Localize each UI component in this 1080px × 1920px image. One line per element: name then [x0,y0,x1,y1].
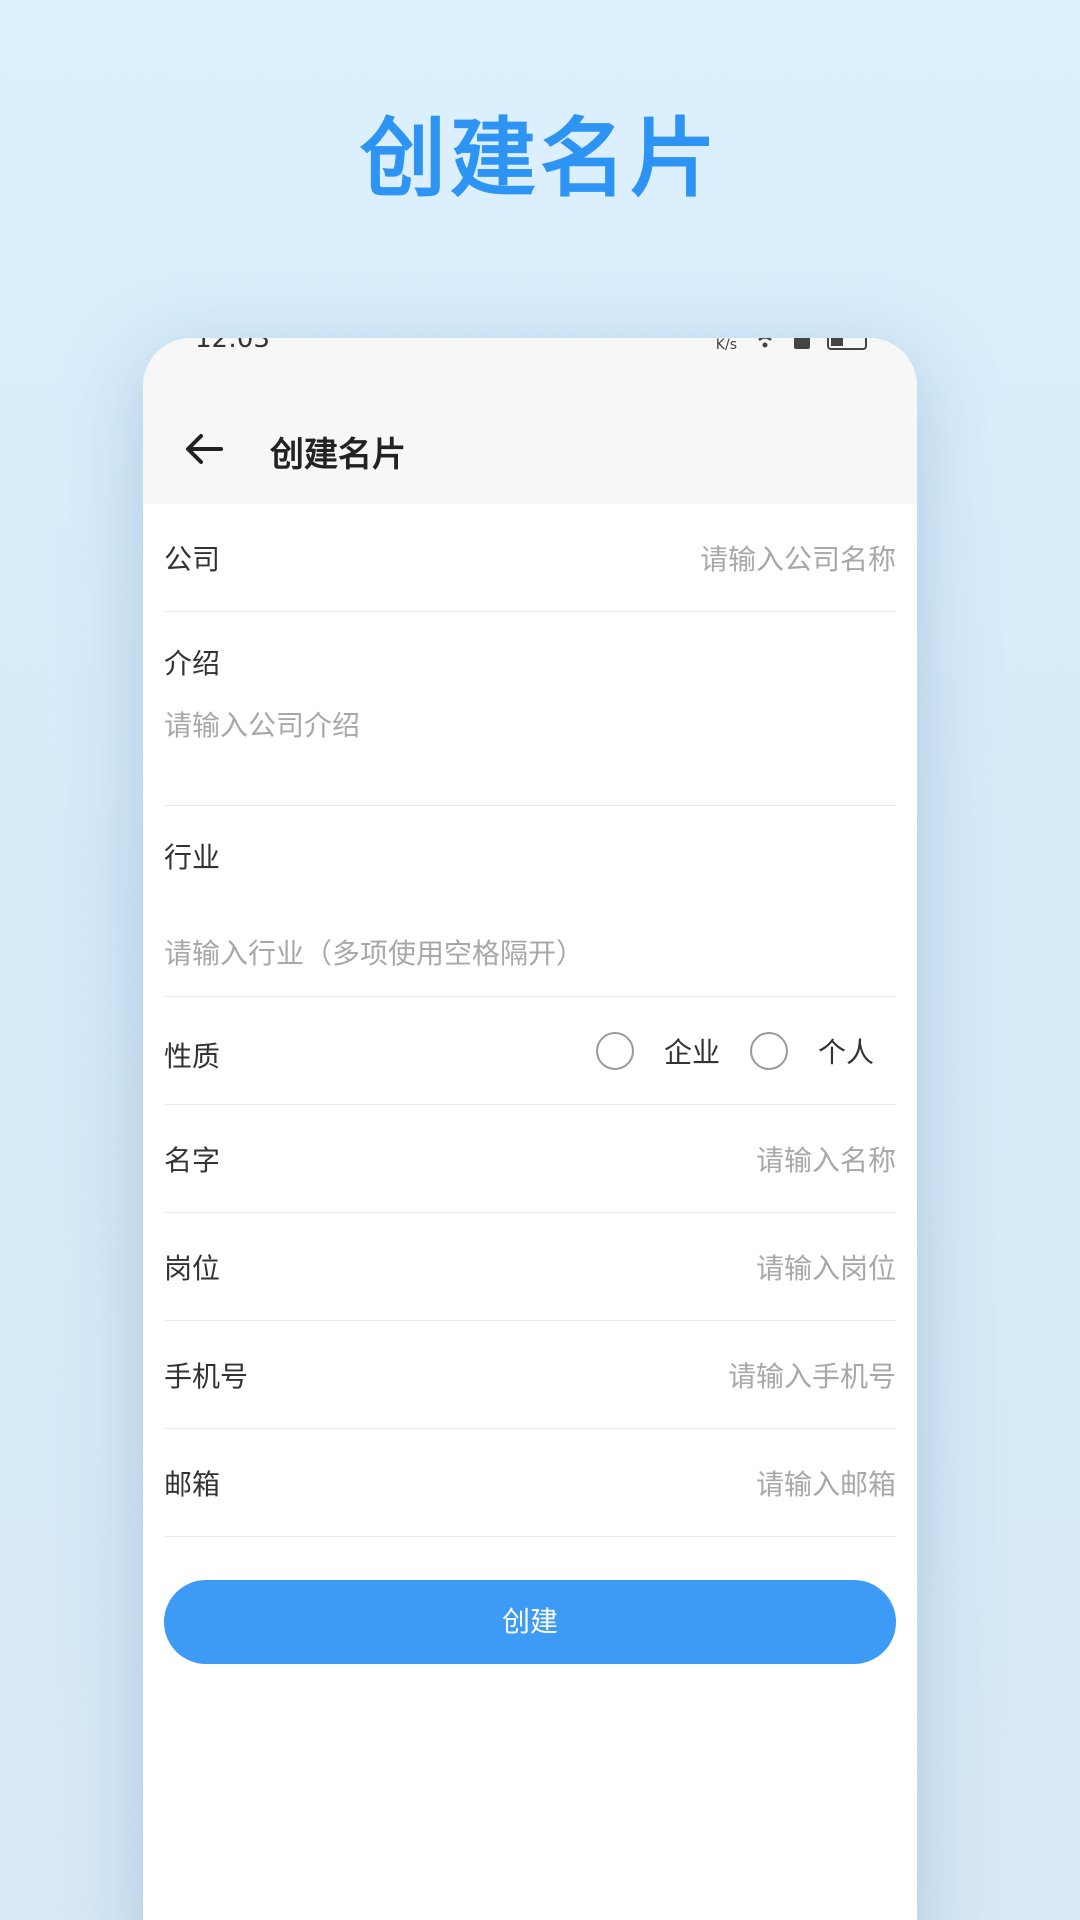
industry-field[interactable]: 行业 请输入行业（多项使用空格隔开） [164,806,896,997]
position-input[interactable]: 请输入岗位 [756,1247,896,1287]
lock-icon [794,338,810,349]
phone-input[interactable]: 请输入手机号 [728,1355,896,1395]
status-icons: K/s [716,338,867,354]
network-speed: K/s [715,338,737,353]
app-top-bar: 12:03 K/s 创建名片 [143,338,917,504]
name-input[interactable]: 请输入名称 [756,1139,896,1179]
create-button[interactable]: 创建 [164,1580,896,1664]
industry-input[interactable]: 请输入行业（多项使用空格隔开） [164,932,584,972]
email-input[interactable]: 请输入邮箱 [756,1463,896,1503]
nature-radio-group: 企业 个人 [595,1031,874,1071]
page-title: 创建名片 [270,435,406,475]
name-field[interactable]: 名字 请输入名称 [164,1105,896,1213]
email-field[interactable]: 邮箱 请输入邮箱 [164,1429,896,1537]
radio-individual-label[interactable]: 个人 [818,1031,874,1071]
radio-enterprise-label[interactable]: 企业 [664,1031,720,1071]
back-arrow-icon[interactable] [179,424,229,474]
company-field[interactable]: 公司 请输入公司名称 [164,504,896,612]
battery-icon [827,338,867,350]
intro-label: 介绍 [164,647,221,680]
radio-individual[interactable] [749,1032,788,1070]
phone-field[interactable]: 手机号 请输入手机号 [164,1321,896,1429]
radio-enterprise[interactable] [595,1032,634,1070]
status-time: 12:03 [195,338,270,354]
intro-field[interactable]: 介绍 请输入公司介绍 [164,612,896,806]
phone-label: 手机号 [164,1360,249,1393]
email-label: 邮箱 [164,1468,221,1501]
company-label: 公司 [164,543,221,576]
industry-label: 行业 [164,841,221,874]
intro-input[interactable]: 请输入公司介绍 [164,704,360,744]
position-field[interactable]: 岗位 请输入岗位 [164,1213,896,1321]
hero-title: 创建名片 [360,109,720,209]
wifi-icon [758,338,772,348]
position-label: 岗位 [164,1252,221,1285]
nature-label: 性质 [164,1040,221,1073]
nature-field: 性质 企业 个人 [164,997,896,1105]
phone-screen: 12:03 K/s 创建名片 公司 请输入公司名称 介绍 请输入公司介绍 行业 … [143,338,917,1920]
name-label: 名字 [164,1144,221,1177]
card-form: 公司 请输入公司名称 介绍 请输入公司介绍 行业 请输入行业（多项使用空格隔开）… [164,504,896,1537]
company-input[interactable]: 请输入公司名称 [700,538,896,578]
